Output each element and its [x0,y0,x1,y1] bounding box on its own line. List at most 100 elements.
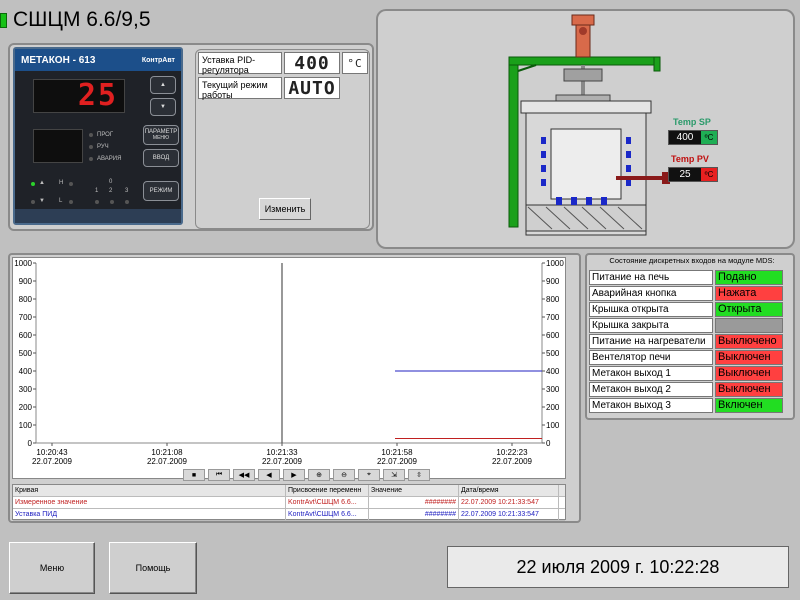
ruler-icon[interactable]: ⇲ [383,469,405,481]
export-icon[interactable]: ⇳ [408,469,430,481]
indicator-alarm: АВАРИЯ [97,156,122,162]
discrete-row: Вентелятор печи Выключен [589,350,783,365]
hoist [563,68,603,82]
discrete-row: Аварийная кнопка Нажата [589,286,783,301]
x-tick-time: 10:21:58 [381,448,413,457]
trend-legend: Кривая Присвоение переменн Значение Дата… [12,484,566,521]
y-tick-label-right: 500 [546,349,560,358]
mode-value: AUTO [284,77,340,99]
crane-arm [508,56,660,66]
led [31,200,35,204]
title-text: СШЦМ 6.6/9,5 [13,8,151,31]
first-icon[interactable]: ⏮ [208,469,230,481]
discrete-value: Открыта [715,302,783,317]
device-down-button[interactable]: ▼ [150,98,176,116]
trend-toolbar: ■ ⏮ ◀◀ ◀ ▶ ⊕ ⊖ ⌖ ⇲ ⇳ [183,469,430,481]
discrete-row: Крышка закрыта [589,318,783,333]
furnace-top [520,100,652,114]
discrete-title: Состояние дискретных входов на модуле MD… [609,256,775,265]
device-up-button[interactable]: ▲ [150,76,176,94]
motor-top [571,14,595,26]
thermocouple [616,176,666,180]
discrete-value: Выключен [715,350,783,365]
discrete-value: Выключено [715,334,783,349]
back-icon[interactable]: ◀ [258,469,280,481]
discrete-name: Питание на нагреватели [589,334,713,349]
legend-curve: Уставка ПИД [13,509,286,520]
discrete-row: Метакон выход 2 Выключен [589,382,783,397]
legend-row[interactable]: Измеренное значение KontrAvt\СШЦМ 6.6...… [13,497,565,509]
indicator-dot [89,145,93,149]
discrete-name: Аварийная кнопка [589,286,713,301]
x-tick-date: 22.07.2009 [32,457,73,466]
furnace-diagram [508,14,670,236]
discrete-name: Метакон выход 3 [589,398,713,413]
bank-2: 2 [109,188,113,194]
x-tick-time: 10:21:33 [266,448,298,457]
y-tick-label-right: 900 [546,277,560,286]
temp-sp-box: 400 ºC [668,130,718,145]
crane-column [508,64,519,228]
legend-col-curve: Кривая [13,485,286,496]
motor-cap [579,27,587,35]
led-green [31,182,35,186]
y-tick-label: 600 [19,331,33,340]
mode-label: РЕЖИМ [149,188,173,194]
crane-brace [517,64,537,72]
x-tick-time: 10:21:08 [151,448,183,457]
temp-pv-label: Temp PV [671,154,709,164]
legend-datetime: 22.07.2009 10:21:33:547 [459,497,559,508]
bank-3: 3 [125,188,129,194]
led [110,200,114,204]
discrete-row: Метакон выход 1 Выключен [589,366,783,381]
y-tick-label-right: 800 [546,295,560,304]
legend-datetime: 22.07.2009 10:21:33:547 [459,509,559,520]
crane-end [653,56,661,72]
stop-icon[interactable]: ■ [183,469,205,481]
device-enter-button[interactable]: ВВОД [143,149,179,167]
x-tick-time: 10:20:43 [36,448,68,457]
change-button[interactable]: Изменить [259,198,311,220]
temp-pv-value: 25 [669,168,701,181]
discrete-name: Вентелятор печи [589,350,713,365]
device-name: МЕТАКОН - 613 [21,54,96,66]
y-tick-label: 500 [19,349,33,358]
rewind-icon[interactable]: ◀◀ [233,469,255,481]
arrow-up-icon: ▲ [39,180,45,186]
temp-pv-unit: ºC [701,168,717,181]
zoom-out-icon[interactable]: ⊖ [333,469,355,481]
discrete-name: Метакон выход 1 [589,366,713,381]
y-tick-label: 0 [28,439,33,448]
arrow-down-icon: ▼ [39,198,45,204]
menu-button[interactable]: Меню [9,542,95,594]
temp-sp-unit: ºC [701,131,717,144]
zoom-in-icon[interactable]: ⊕ [308,469,330,481]
status-led [0,12,7,28]
discrete-row: Метакон выход 3 Включен [589,398,783,413]
discrete-row: Питание на печь Подано [589,270,783,285]
y-tick-label-right: 100 [546,421,560,430]
temp-sp-label: Temp SP [673,117,711,127]
help-button[interactable]: Помощь [109,542,197,594]
furnace-chamber [550,128,622,200]
discrete-row: Питание на нагреватели Выключено [589,334,783,349]
y-tick-label: 700 [19,313,33,322]
temp-sp-value: 400 [669,131,701,144]
device-mode-button[interactable]: РЕЖИМ [143,181,179,201]
device-param-button[interactable]: ПАРАМЕТР МЕНЮ [143,125,179,145]
legend-col-var: Присвоение переменн [286,485,369,496]
discrete-value: Подано [715,270,783,285]
indicator-dot [89,157,93,161]
discrete-name: Метакон выход 2 [589,382,713,397]
bank-1: 1 [95,188,99,194]
legend-var: KontrAvt\СШЦМ 6.6... [286,497,369,508]
datetime-display: 22 июля 2009 г. 10:22:28 [447,546,789,588]
legend-row[interactable]: Уставка ПИД KontrAvt\СШЦМ 6.6... #######… [13,509,565,521]
discrete-name: Крышка закрыта [589,318,713,333]
forward-icon[interactable]: ▶ [283,469,305,481]
menu-sublabel: МЕНЮ [152,135,170,141]
cursor-icon[interactable]: ⌖ [358,469,380,481]
legend-header: Кривая Присвоение переменн Значение Дата… [13,485,565,497]
device-secondary-display [33,129,83,163]
h-label: H [59,180,64,186]
